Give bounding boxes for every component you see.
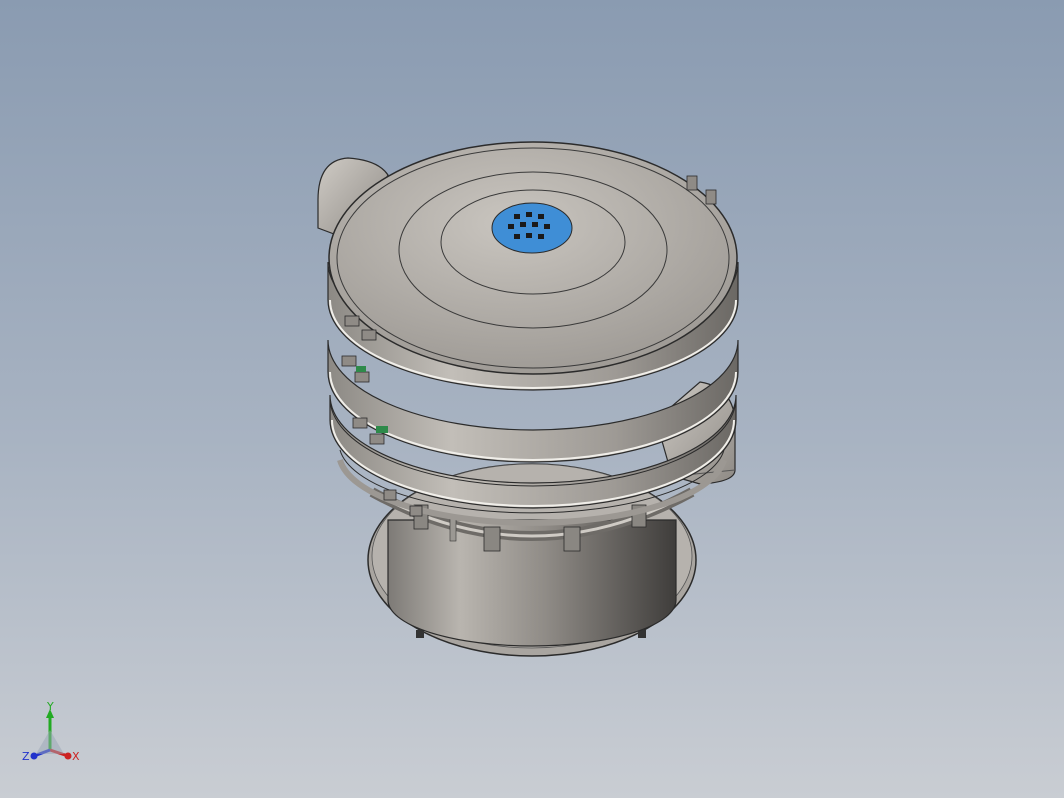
- x-axis-label: X: [72, 750, 80, 763]
- vibrating-sieve-model[interactable]: [0, 0, 1064, 798]
- top-cover: [328, 141, 738, 375]
- z-axis-label: Z: [22, 750, 30, 763]
- graphics-viewport[interactable]: Y X Z: [0, 0, 1064, 798]
- inlet-screen: [491, 202, 573, 254]
- coordinate-triad[interactable]: Y X Z: [18, 700, 88, 772]
- y-axis-label: Y: [46, 700, 54, 713]
